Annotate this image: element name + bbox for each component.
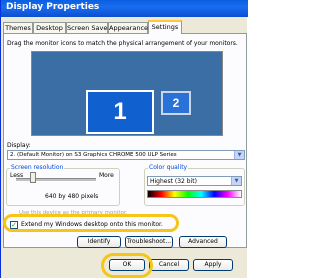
resolution-slider-thumb[interactable]	[30, 172, 36, 183]
identify-button[interactable]: Identify	[77, 236, 121, 248]
extend-desktop-label: Extend my Windows desktop onto this moni…	[21, 221, 163, 228]
display-properties-window: Display Properties Themes Desktop Screen…	[0, 0, 248, 278]
resolution-value: 640 by 480 pixels	[45, 193, 99, 200]
tab-appearance[interactable]: Appearance	[108, 22, 148, 33]
display-select[interactable]: 2. (Default Monitor) on S3 Graphics CHRO…	[7, 150, 245, 160]
screen-resolution-title: Screen resolution	[10, 164, 65, 171]
chevron-down-icon[interactable]: ▼	[231, 177, 241, 185]
display-label: Display:	[7, 142, 31, 149]
primary-monitor-label: Use this device as the primary monitor.	[19, 210, 128, 216]
chevron-down-icon[interactable]: ▼	[234, 151, 244, 159]
color-quality-title: Color quality	[148, 164, 189, 171]
cancel-button[interactable]: Cancel	[149, 259, 189, 271]
advanced-button[interactable]: Advanced	[179, 236, 227, 248]
color-quality-select[interactable]: Highest (32 bit) ▼	[147, 176, 242, 186]
tab-themes[interactable]: Themes	[3, 22, 33, 33]
resolution-more-label: More	[99, 172, 114, 179]
color-quality-value: Highest (32 bit)	[150, 178, 197, 185]
color-preview-bar	[147, 190, 242, 198]
resolution-slider-track[interactable]	[16, 178, 96, 181]
color-quality-group	[144, 168, 245, 206]
title-bar[interactable]: Display Properties	[1, 0, 248, 17]
monitor-2-icon[interactable]: 2	[161, 91, 191, 115]
apply-button[interactable]: Apply	[193, 259, 233, 271]
tab-screen-saver[interactable]: Screen Saver	[66, 22, 110, 33]
extend-desktop-checkbox[interactable]: ✓	[10, 221, 18, 229]
tab-desktop[interactable]: Desktop	[33, 22, 66, 33]
window-title: Display Properties	[6, 2, 100, 12]
display-select-value: 2. (Default Monitor) on S3 Graphics CHRO…	[10, 152, 177, 158]
ok-button[interactable]: OK	[109, 259, 145, 271]
monitor-1-icon[interactable]: 1	[86, 90, 154, 134]
tab-settings[interactable]: Settings	[148, 20, 182, 34]
instruction-text: Drag the monitor icons to match the phys…	[7, 40, 238, 47]
troubleshoot-button[interactable]: Troubleshoot...	[125, 236, 173, 248]
